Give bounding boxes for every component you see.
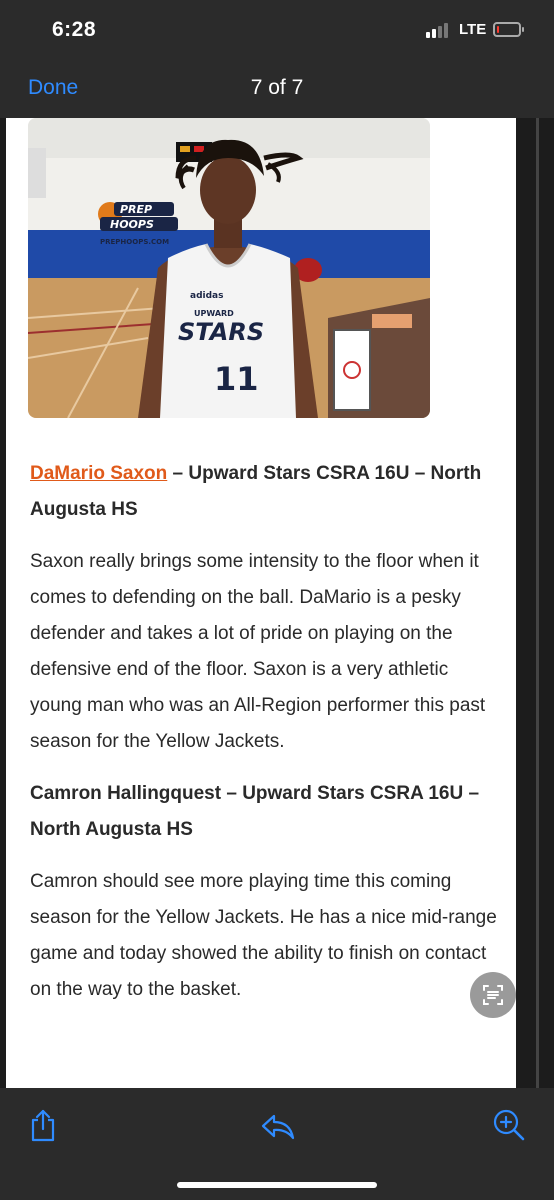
jersey-number: 11 — [214, 360, 259, 398]
nav-bar: Done 7 of 7 — [0, 62, 554, 118]
player-photo: adidas UPWARD STARS 11 PREP HOOPS PREPHO… — [28, 118, 430, 418]
article-body: DaMario Saxon – Upward Stars CSRA 16U – … — [30, 456, 500, 1024]
player-paragraph-2: Camron should see more playing time this… — [30, 871, 497, 1000]
text-recognition-icon — [483, 985, 503, 1005]
battery-level — [497, 26, 499, 33]
share-icon[interactable] — [28, 1108, 58, 1142]
network-type: LTE — [459, 21, 487, 38]
zoom-in-icon[interactable] — [492, 1108, 526, 1142]
prephoops-logo: PREP HOOPS PREPHOOPS.COM — [98, 202, 178, 246]
home-indicator[interactable] — [177, 1182, 377, 1188]
document-viewer[interactable]: adidas UPWARD STARS 11 PREP HOOPS PREPHO… — [0, 118, 554, 1088]
logo-url: PREPHOOPS.COM — [100, 238, 169, 246]
player-paragraph: Saxon really brings some intensity to th… — [30, 551, 486, 752]
status-time: 6:28 — [52, 18, 97, 41]
text-recognition-button[interactable] — [470, 972, 516, 1018]
player-photo-image: adidas UPWARD STARS 11 PREP HOOPS PREPHO… — [28, 118, 430, 418]
player-heading-2: Camron Hallingquest – Upward Stars CSRA … — [30, 783, 480, 840]
status-bar: 6:28 LTE — [0, 0, 554, 62]
scrollbar[interactable] — [536, 118, 539, 1088]
jersey-team: STARS — [178, 318, 264, 346]
page-indicator: 7 of 7 — [250, 76, 304, 99]
jersey-team-small: UPWARD — [194, 309, 234, 318]
svg-text:adidas: adidas — [190, 291, 223, 301]
battery-icon — [493, 22, 524, 37]
reply-icon[interactable] — [260, 1112, 296, 1142]
signal-strength-icon — [426, 22, 452, 38]
logo-line1: PREP — [120, 203, 152, 216]
document-page: adidas UPWARD STARS 11 PREP HOOPS PREPHO… — [6, 118, 516, 1088]
player-name-link[interactable]: DaMario Saxon — [30, 463, 167, 484]
logo-line2: HOOPS — [110, 218, 154, 231]
player-heading: DaMario Saxon – Upward Stars CSRA 16U – … — [30, 456, 500, 528]
